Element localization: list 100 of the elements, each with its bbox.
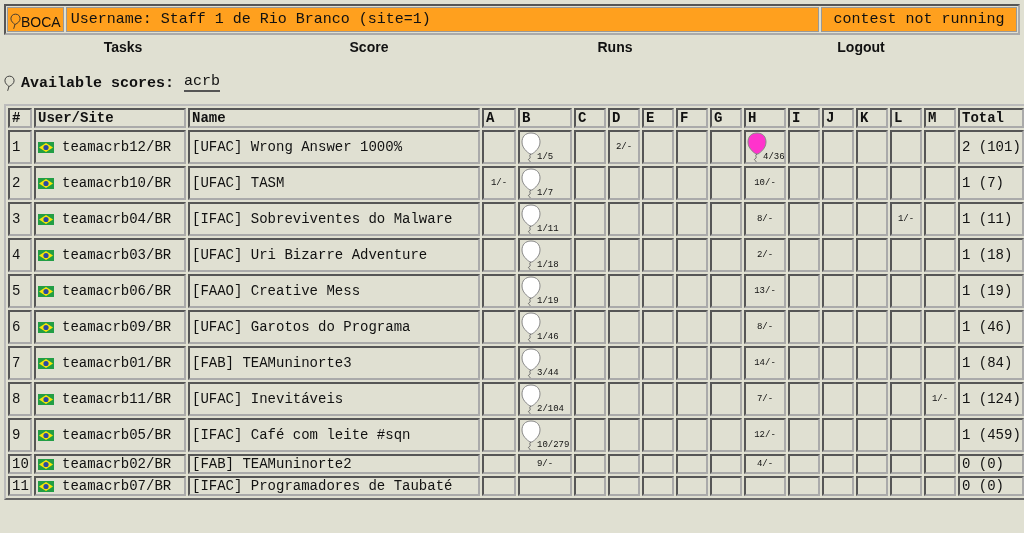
total-cell: 1 (459) [958, 418, 1024, 452]
result-cell [924, 454, 956, 474]
result-cell [856, 454, 888, 474]
result-cell [574, 274, 606, 308]
user-name: teamacrb11/BR [62, 391, 172, 407]
flag-icon [38, 393, 54, 405]
result-cell [788, 418, 820, 452]
result-text: 2/104 [537, 404, 564, 414]
result-cell [676, 454, 708, 474]
rank-cell: 10 [8, 454, 32, 474]
result-text: 12/- [753, 430, 777, 440]
rank-cell: 11 [8, 476, 32, 496]
name-cell: [UFAC] TASM [188, 166, 480, 200]
balloon-icon [4, 75, 15, 92]
scoreboard-name-link[interactable]: acrb [184, 73, 221, 92]
column-header: A [482, 108, 516, 128]
column-header: J [822, 108, 854, 128]
result-cell [608, 202, 640, 236]
result-cell [890, 130, 922, 164]
result-cell [710, 418, 742, 452]
result-cell [710, 382, 742, 416]
result-text: 1/- [896, 214, 916, 224]
result-text: 9/- [535, 459, 555, 469]
total-cell: 1 (19) [958, 274, 1024, 308]
result-cell [642, 238, 674, 272]
logo[interactable]: BOCA [7, 7, 64, 32]
result-cell [676, 476, 708, 496]
result-cell [642, 382, 674, 416]
total-cell: 1 (11) [958, 202, 1024, 236]
result-cell [642, 346, 674, 380]
result-cell [482, 418, 516, 452]
result-cell [642, 476, 674, 496]
result-text: 4/- [755, 459, 775, 469]
result-cell [890, 346, 922, 380]
result-cell [890, 166, 922, 200]
contest-status: contest not running [821, 7, 1017, 32]
flag-icon [38, 141, 54, 153]
result-cell [482, 454, 516, 474]
column-header: H [744, 108, 786, 128]
result-cell [608, 166, 640, 200]
result-cell [822, 418, 854, 452]
total-cell: 2 (101) [958, 130, 1024, 164]
result-cell [482, 238, 516, 272]
result-cell [574, 238, 606, 272]
nav-link[interactable]: Runs [515, 39, 715, 55]
result-cell [822, 346, 854, 380]
total-cell: 0 (0) [958, 454, 1024, 474]
nav-link[interactable]: Tasks [23, 39, 223, 55]
result-cell [890, 238, 922, 272]
nav-link[interactable]: Score [269, 39, 469, 55]
flag-icon [38, 429, 54, 441]
name-cell: [IFAC] Café com leite #sqn [188, 418, 480, 452]
username-label: Username: Staff 1 de Rio Branco (site=1) [65, 7, 819, 32]
name-cell: [UFAC] Uri Bizarre Adventure [188, 238, 480, 272]
result-cell [744, 476, 786, 496]
result-cell [642, 418, 674, 452]
result-text: 1/19 [537, 296, 559, 306]
result-cell [710, 130, 742, 164]
result-text: 1/11 [537, 224, 559, 234]
name-cell: [FAAO] Creative Mess [188, 274, 480, 308]
result-cell [676, 238, 708, 272]
column-header: G [710, 108, 742, 128]
result-cell [788, 274, 820, 308]
name-cell: [UFAC] Garotos do Programa [188, 310, 480, 344]
user-name: teamacrb07/BR [62, 478, 172, 494]
result-cell [518, 476, 572, 496]
nav-link[interactable]: Logout [761, 39, 961, 55]
result-cell [924, 418, 956, 452]
result-cell [574, 346, 606, 380]
total-cell: 1 (124) [958, 382, 1024, 416]
logo-text: BOCA [21, 14, 61, 30]
result-cell [676, 202, 708, 236]
result-text: 2/- [614, 142, 634, 152]
flag-icon [38, 285, 54, 297]
result-cell [788, 454, 820, 474]
column-header: Total [958, 108, 1024, 128]
name-cell: [IFAC] Sobreviventes do Malware [188, 202, 480, 236]
user-name: teamacrb12/BR [62, 139, 172, 155]
result-cell [924, 346, 956, 380]
column-header: F [676, 108, 708, 128]
result-cell [482, 310, 516, 344]
column-header: # [8, 108, 32, 128]
result-text: 1/- [489, 178, 509, 188]
result-text: 8/- [755, 322, 775, 332]
result-cell [482, 274, 516, 308]
result-cell [710, 454, 742, 474]
column-header: C [574, 108, 606, 128]
column-header: E [642, 108, 674, 128]
result-cell [574, 476, 606, 496]
rank-cell: 2 [8, 166, 32, 200]
flag-icon [38, 357, 54, 369]
rank-cell: 4 [8, 238, 32, 272]
result-cell [890, 274, 922, 308]
result-cell [924, 166, 956, 200]
result-cell [788, 310, 820, 344]
total-cell: 0 (0) [958, 476, 1024, 496]
result-cell [676, 310, 708, 344]
result-cell [482, 476, 516, 496]
result-cell [822, 238, 854, 272]
result-cell [890, 476, 922, 496]
